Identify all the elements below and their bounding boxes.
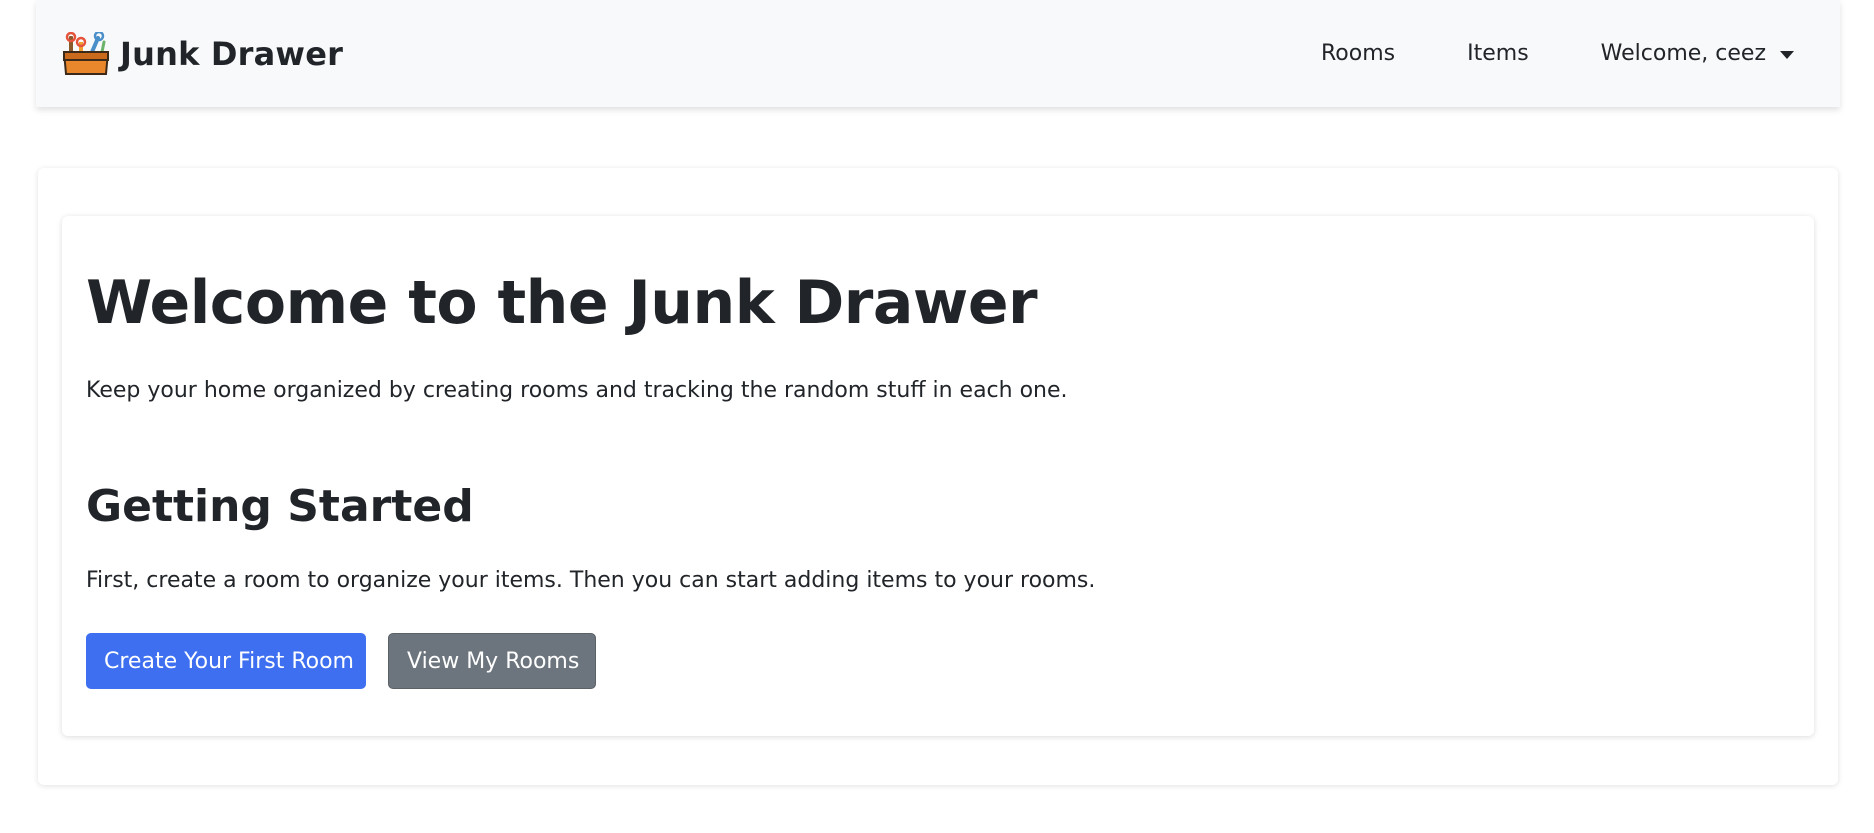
nav-link-rooms[interactable]: Rooms xyxy=(1321,41,1395,66)
page-title: Welcome to the Junk Drawer xyxy=(86,268,1038,338)
nav-links: Rooms Items Welcome, ceez xyxy=(1249,41,1794,66)
navbar: Junk Drawer Rooms Items Welcome, ceez xyxy=(36,0,1840,107)
user-menu-label: Welcome, ceez xyxy=(1600,41,1766,66)
getting-started-heading: Getting Started xyxy=(86,481,474,532)
nav-link-items[interactable]: Items xyxy=(1467,41,1529,66)
getting-started-text: First, create a room to organize your it… xyxy=(86,568,1096,593)
brand-link[interactable]: Junk Drawer xyxy=(62,31,344,76)
brand-name: Junk Drawer xyxy=(120,34,344,73)
user-menu-dropdown[interactable]: Welcome, ceez xyxy=(1601,41,1794,66)
caret-down-icon xyxy=(1780,50,1794,59)
main-container: Welcome to the Junk Drawer Keep your hom… xyxy=(38,168,1838,785)
lead-text: Keep your home organized by creating roo… xyxy=(86,378,1068,403)
create-first-room-button[interactable]: Create Your First Room xyxy=(86,633,366,689)
toolbox-icon xyxy=(62,31,110,75)
view-my-rooms-button[interactable]: View My Rooms xyxy=(388,633,596,689)
welcome-card: Welcome to the Junk Drawer Keep your hom… xyxy=(62,216,1814,736)
